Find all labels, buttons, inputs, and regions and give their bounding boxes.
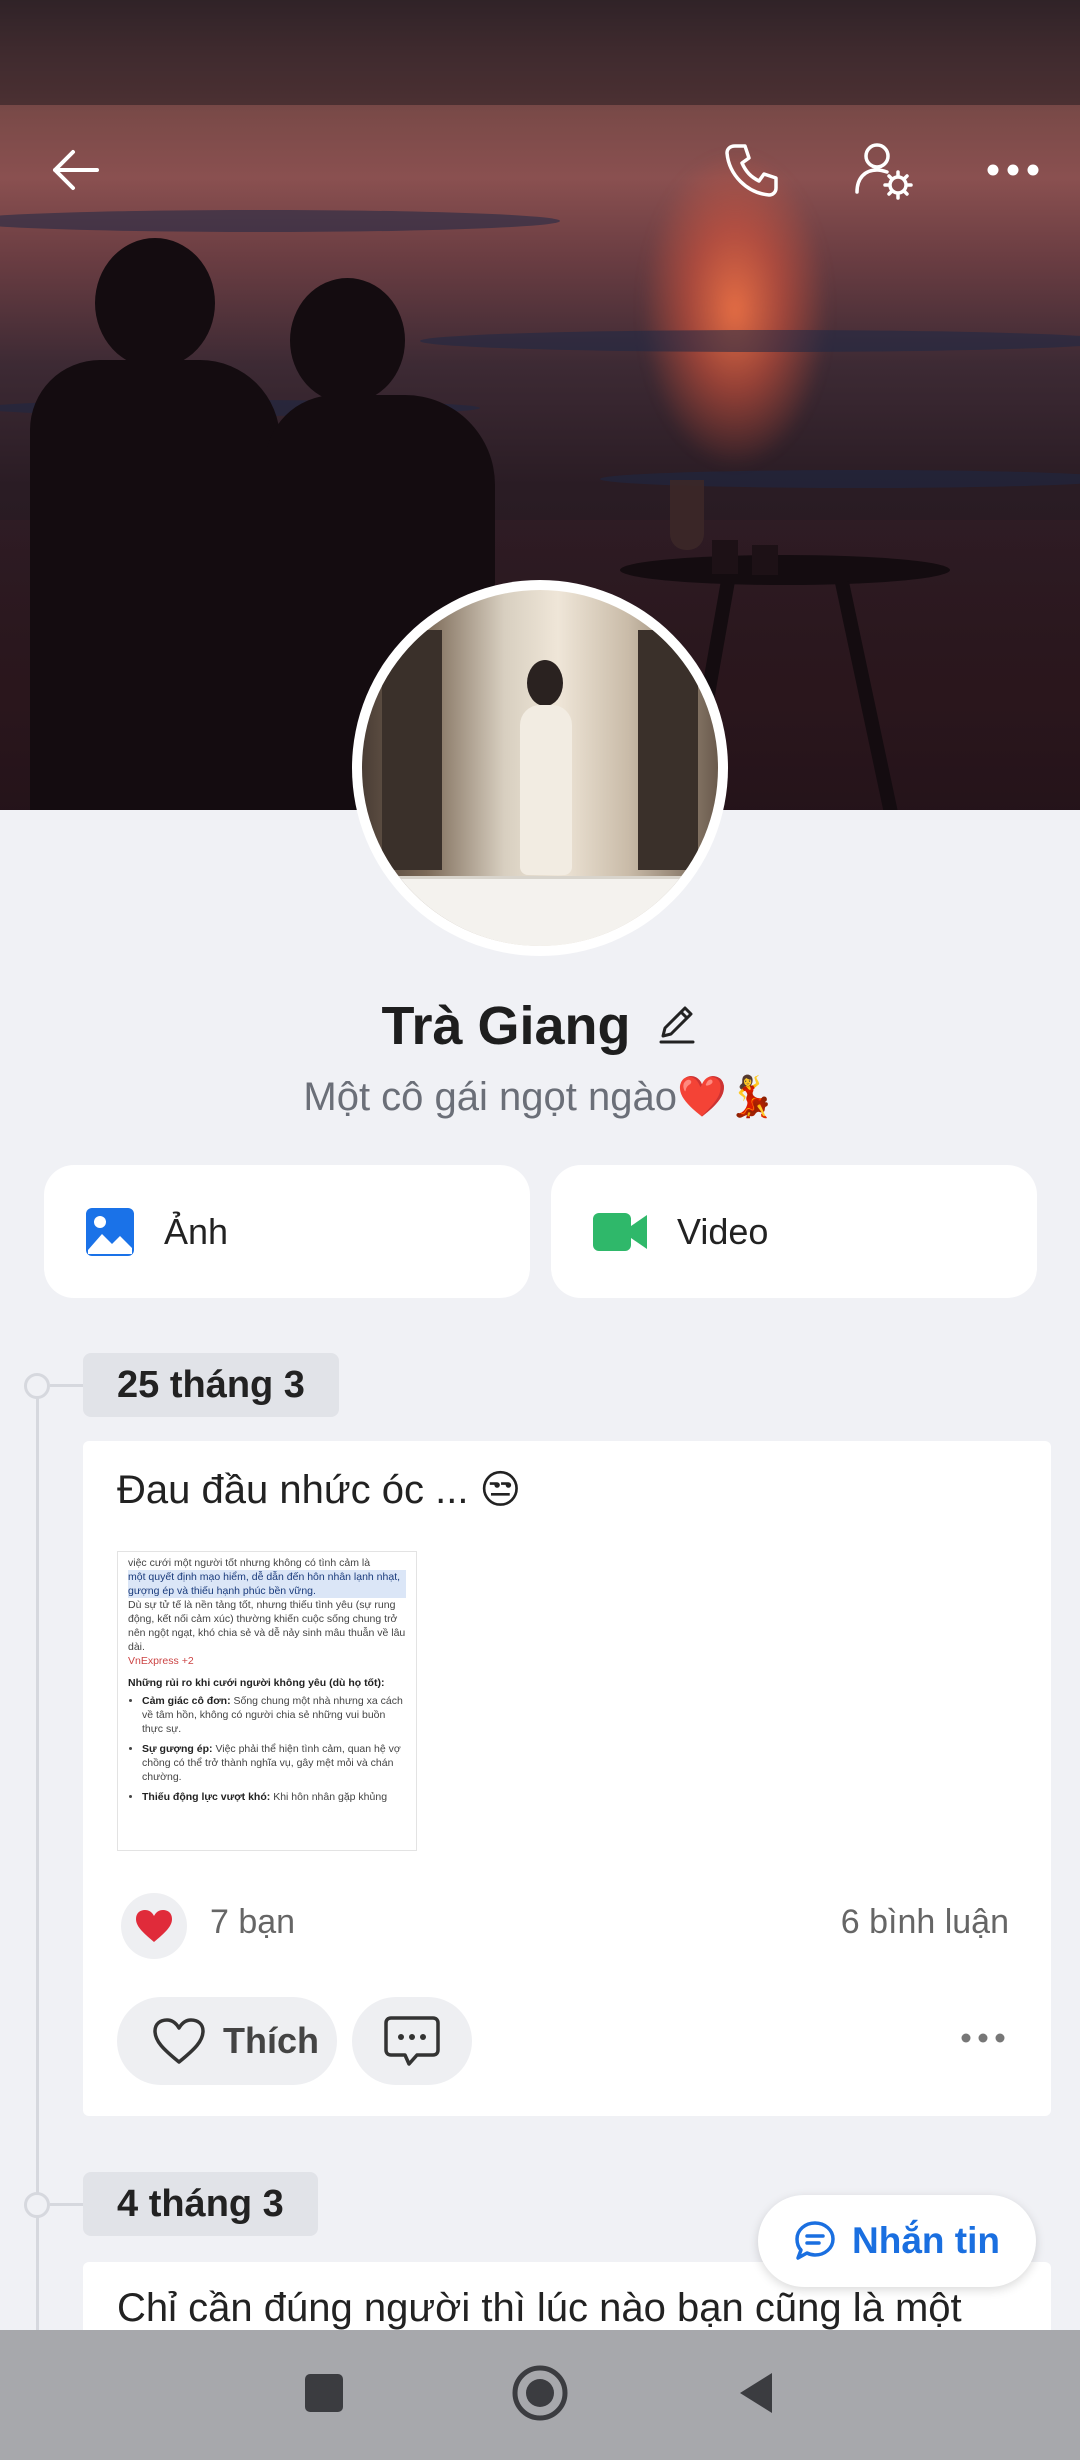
reaction-summary[interactable] — [121, 1893, 187, 1959]
profile-name: Trà Giang — [381, 996, 631, 1056]
arrow-left-icon — [53, 150, 99, 190]
profile-settings-button[interactable] — [848, 135, 918, 205]
more-horizontal-icon — [961, 2033, 1005, 2043]
thumbnail-bullet-title: Sự gượng ép: — [142, 1743, 213, 1755]
silhouette — [95, 238, 215, 368]
status-bar — [0, 0, 1080, 105]
wine-glass — [670, 480, 704, 550]
table — [620, 555, 950, 585]
thumbnail-bullet-title: Thiếu động lực vượt khó: — [142, 1791, 271, 1803]
post-date: 4 tháng 3 — [83, 2172, 318, 2236]
thumbnail-bullet-title: Cảm giác cô đơn: — [142, 1695, 231, 1707]
chat-bubble-icon — [795, 2221, 835, 2260]
square-icon — [305, 2373, 343, 2412]
cup — [712, 540, 738, 574]
cup — [752, 545, 778, 575]
wave — [0, 210, 560, 232]
pencil-icon — [659, 1006, 695, 1043]
post-card[interactable]: Đau đầu nhức óc ... 😒 việc cưới một ngườ… — [83, 1441, 1051, 2116]
thumbnail-highlight: một quyết định mạo hiểm, dễ dẫn đến hôn … — [128, 1570, 406, 1598]
heart-icon — [136, 1910, 172, 1942]
comment-count[interactable]: 6 bình luận — [841, 1903, 1009, 1942]
photos-button[interactable]: Ảnh — [44, 1165, 530, 1298]
profile-bio: Một cô gái ngọt ngào❤️💃 — [303, 1075, 777, 1119]
heart-outline-icon — [153, 2018, 205, 2064]
post-text: Chỉ cần đúng người thì lúc nào bạn cũng … — [117, 2286, 962, 2330]
home-button[interactable] — [510, 2363, 570, 2428]
video-label: Video — [677, 1210, 769, 1252]
timeline-dot — [24, 1373, 50, 1399]
edit-name-button[interactable] — [655, 1002, 699, 1051]
timeline-line — [36, 1380, 39, 2330]
home-circle-icon — [512, 2365, 568, 2420]
timeline-connector — [50, 2203, 84, 2206]
message-button[interactable]: Nhắn tin — [758, 2195, 1036, 2287]
thumbnail-text: Dù sự tử tế là nền tảng tốt, nhưng thiếu… — [128, 1599, 406, 1653]
timeline-dot — [24, 2192, 50, 2218]
avatar[interactable] — [352, 580, 728, 956]
thumbnail-list: Cảm giác cô đơn: Sống chung một nhà nhưn… — [128, 1694, 406, 1804]
thumbnail-source: VnExpress +2 — [128, 1655, 194, 1667]
post-more-button[interactable] — [959, 2031, 1007, 2050]
thumbnail-text: việc cưới một người tốt nhưng không có t… — [128, 1557, 371, 1569]
call-button[interactable] — [716, 135, 786, 205]
more-options-button[interactable] — [978, 135, 1048, 205]
thumbnail-bullet-text: Khi hôn nhân gặp khủng — [273, 1791, 388, 1803]
system-navigation-bar — [0, 2330, 1080, 2460]
user-settings-icon — [855, 143, 913, 200]
video-camera-icon — [593, 1212, 647, 1251]
profile-name-row: Trà Giang — [0, 995, 1080, 1057]
image-icon — [86, 1207, 134, 1256]
back-nav-button[interactable] — [734, 2369, 778, 2422]
back-button[interactable] — [40, 135, 110, 205]
video-button[interactable]: Video — [551, 1165, 1037, 1298]
silhouette — [30, 360, 280, 810]
comment-button[interactable] — [352, 1997, 472, 2085]
avatar-photo — [362, 590, 718, 946]
post-text: Đau đầu nhức óc ... 😒 — [117, 1468, 522, 1512]
comment-icon — [384, 2016, 440, 2066]
more-horizontal-icon — [987, 164, 1039, 176]
post-image[interactable]: việc cưới một người tốt nhưng không có t… — [117, 1551, 417, 1851]
like-button[interactable]: Thích — [117, 1997, 337, 2085]
wave — [420, 330, 1080, 352]
post-date: 25 tháng 3 — [83, 1353, 339, 1417]
silhouette — [290, 278, 405, 403]
recent-apps-button[interactable] — [302, 2371, 346, 2420]
timeline-connector — [50, 1384, 84, 1387]
reaction-count[interactable]: 7 bạn — [210, 1903, 295, 1942]
phone-icon — [725, 144, 778, 197]
triangle-back-icon — [740, 2372, 772, 2413]
thumbnail-heading: Những rủi ro khi cưới người không yêu (d… — [128, 1677, 385, 1689]
message-label: Nhắn tin — [852, 2220, 1000, 2261]
photos-label: Ảnh — [164, 1210, 229, 1252]
like-label: Thích — [223, 2020, 319, 2061]
